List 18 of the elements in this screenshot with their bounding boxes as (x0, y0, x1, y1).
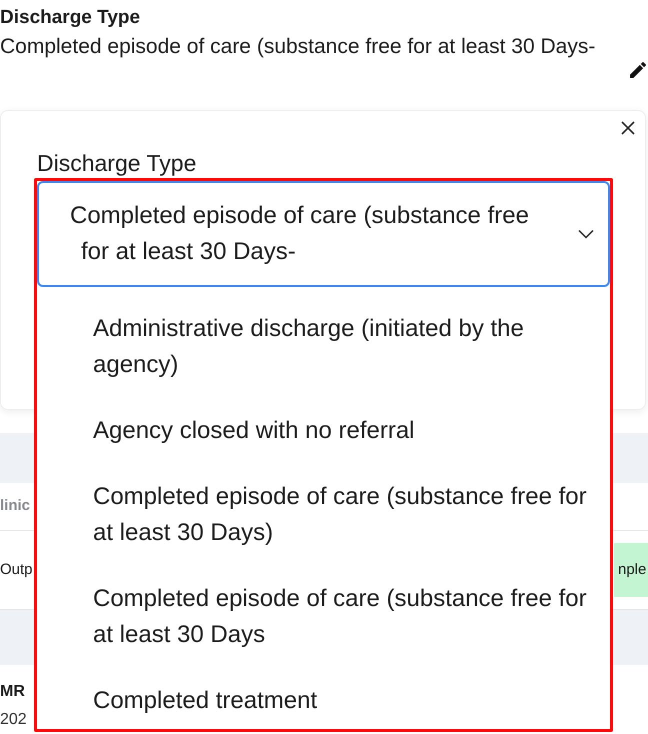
chevron-down-icon (578, 229, 594, 239)
dropdown-option[interactable]: Agency closed with no referral (37, 398, 610, 464)
dropdown-option[interactable]: Completed episode of care (substance free for at least 30 Days (37, 566, 610, 668)
status-badge: nple (614, 543, 648, 597)
record-date: 202 (0, 710, 27, 730)
close-icon (621, 121, 635, 135)
column-header: linic (0, 496, 30, 516)
select-label: Discharge Type (37, 149, 196, 177)
dropdown-option[interactable]: Completed treatment (37, 668, 610, 729)
edit-icon[interactable] (630, 62, 646, 78)
close-button[interactable] (621, 121, 635, 135)
field-label: Discharge Type (0, 7, 140, 29)
table-cell-text: Outp (0, 560, 33, 580)
dropdown-option[interactable]: Completed episode of care (substance free for at least 30 Days) (37, 464, 610, 566)
discharge-type-select[interactable]: Completed episode of care (substance free for at least 30 Days- (37, 181, 610, 287)
record-title: MR (0, 682, 25, 702)
dropdown-option[interactable]: Administrative discharge (initiated by the agency) (37, 296, 610, 398)
field-value: Completed episode of care (substance free for at least 30 Days- (0, 36, 596, 58)
